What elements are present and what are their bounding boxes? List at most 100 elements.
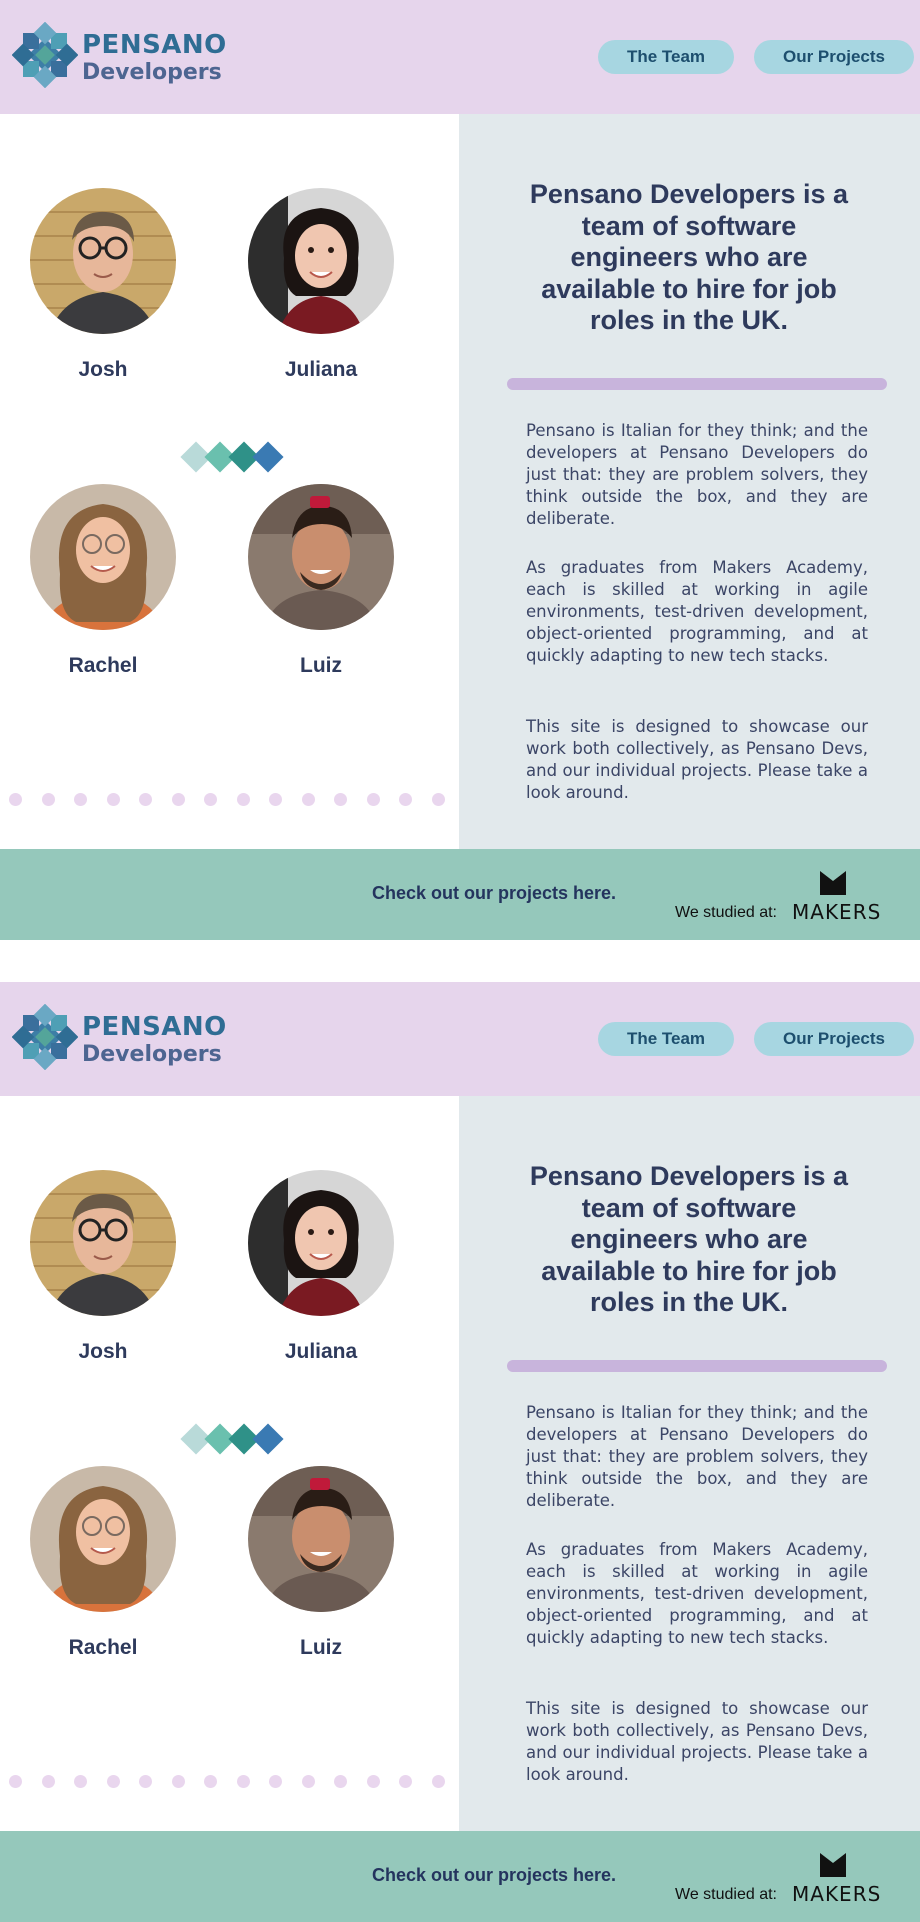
dot-icon (334, 1775, 347, 1788)
makers-logo[interactable]: MAKERS (792, 1853, 882, 1906)
decorative-dots (9, 1775, 445, 1788)
dot-icon (366, 1775, 380, 1788)
decorative-diamonds-icon (180, 441, 284, 473)
dot-icon (366, 793, 380, 806)
dot-icon (74, 793, 87, 806)
about-paragraph: This site is designed to showcase our wo… (526, 1699, 868, 1784)
about-paragraph: Pensano is Italian for they think; and t… (526, 421, 868, 528)
avatar (30, 1466, 176, 1612)
dot-icon (269, 1775, 282, 1788)
team-member-rachel[interactable]: Rachel (28, 484, 178, 678)
avatar (30, 484, 176, 630)
about-headline: Pensano Developers is a team of software… (529, 179, 849, 335)
studied-at-label: We studied at: (675, 1886, 777, 1903)
team-member-luiz[interactable]: Luiz (246, 1466, 396, 1660)
page-view-2: PENSANO Developers The Team Our Projects (0, 982, 920, 1922)
school-name: MAKERS (792, 1882, 882, 1906)
dot-icon (236, 793, 250, 806)
site-footer: Check out our projects here. We studied … (0, 1831, 920, 1922)
avatar (248, 1466, 394, 1612)
avatar (30, 1170, 176, 1316)
team-member-juliana[interactable]: Juliana (246, 188, 396, 382)
brand-name-bottom: Developers (82, 1041, 222, 1067)
team-member-name: Juliana (284, 358, 358, 381)
team-member-rachel[interactable]: Rachel (28, 1466, 178, 1660)
about-paragraph: As graduates from Makers Academy, each i… (526, 1540, 868, 1647)
divider (507, 378, 887, 390)
avatar (248, 1170, 394, 1316)
dot-icon (334, 793, 347, 806)
dot-icon (171, 1775, 185, 1788)
nav-team-button[interactable]: The Team (598, 40, 734, 74)
team-member-name: Rachel (68, 654, 138, 677)
about-paragraph: As graduates from Makers Academy, each i… (526, 558, 868, 665)
decorative-dots (9, 793, 445, 806)
about-headline: Pensano Developers is a team of software… (529, 1161, 849, 1317)
avatar (30, 188, 176, 334)
team-member-name: Luiz (300, 654, 342, 677)
dot-icon (139, 793, 152, 806)
about-paragraph: Pensano is Italian for they think; and t… (526, 1403, 868, 1510)
brand-logo[interactable]: PENSANO Developers (11, 21, 227, 93)
dot-icon (431, 1775, 445, 1788)
team-member-josh[interactable]: Josh (28, 1170, 178, 1364)
nav-projects-button[interactable]: Our Projects (754, 1022, 914, 1056)
dot-icon (236, 1775, 250, 1788)
team-panel: Josh Juliana Rachel Luiz (0, 1096, 459, 1831)
dot-icon (301, 793, 315, 806)
dot-icon (41, 1775, 55, 1788)
team-member-luiz[interactable]: Luiz (246, 484, 396, 678)
dot-icon (301, 1775, 315, 1788)
avatar (248, 188, 394, 334)
studied-at-label: We studied at: (675, 904, 777, 921)
nav-projects-button[interactable]: Our Projects (754, 40, 914, 74)
page-view-1: PENSANO Developers The Team Our Projects (0, 0, 920, 940)
team-member-juliana[interactable]: Juliana (246, 1170, 396, 1364)
brand-logo[interactable]: PENSANO Developers (11, 1003, 227, 1075)
team-member-josh[interactable]: Josh (28, 188, 178, 382)
main-nav: The Team Our Projects (598, 40, 914, 74)
projects-link[interactable]: Check out our projects here. (372, 883, 616, 904)
dot-icon (269, 793, 282, 806)
makers-logo-icon (820, 1853, 846, 1877)
site-header: PENSANO Developers The Team Our Projects (0, 0, 920, 114)
site-header: PENSANO Developers The Team Our Projects (0, 982, 920, 1096)
team-member-name: Rachel (68, 1636, 138, 1659)
brand-name-top: PENSANO (82, 1011, 227, 1042)
pensano-logo-icon (11, 1003, 79, 1075)
dot-icon (74, 1775, 87, 1788)
divider (507, 1360, 887, 1372)
dot-icon (431, 793, 445, 806)
projects-link[interactable]: Check out our projects here. (372, 1865, 616, 1886)
team-member-name: Juliana (284, 1340, 358, 1363)
team-member-name: Luiz (300, 1636, 342, 1659)
about-paragraph: This site is designed to showcase our wo… (526, 717, 868, 802)
makers-logo-icon (820, 871, 846, 895)
dot-icon (139, 1775, 152, 1788)
dot-icon (204, 793, 217, 806)
dot-icon (106, 793, 120, 806)
decorative-diamonds-icon (180, 1423, 284, 1455)
dot-icon (399, 793, 412, 806)
brand-name-bottom: Developers (82, 59, 222, 85)
site-footer: Check out our projects here. We studied … (0, 849, 920, 940)
about-panel: Pensano Developers is a team of software… (459, 1096, 920, 1831)
dot-icon (171, 793, 185, 806)
team-member-name: Josh (78, 1340, 128, 1363)
pensano-logo-icon (11, 21, 79, 93)
dot-icon (106, 1775, 120, 1788)
dot-icon (399, 1775, 412, 1788)
dot-icon (41, 793, 55, 806)
brand-name-top: PENSANO (82, 29, 227, 60)
nav-team-button[interactable]: The Team (598, 1022, 734, 1056)
team-member-name: Josh (78, 358, 128, 381)
avatar (248, 484, 394, 630)
school-name: MAKERS (792, 900, 882, 924)
main-nav: The Team Our Projects (598, 1022, 914, 1056)
makers-logo[interactable]: MAKERS (792, 871, 882, 924)
dot-icon (204, 1775, 217, 1788)
dot-icon (9, 793, 22, 806)
dot-icon (9, 1775, 22, 1788)
team-panel: Josh Juliana Rachel Luiz (0, 114, 459, 849)
about-panel: Pensano Developers is a team of software… (459, 114, 920, 849)
